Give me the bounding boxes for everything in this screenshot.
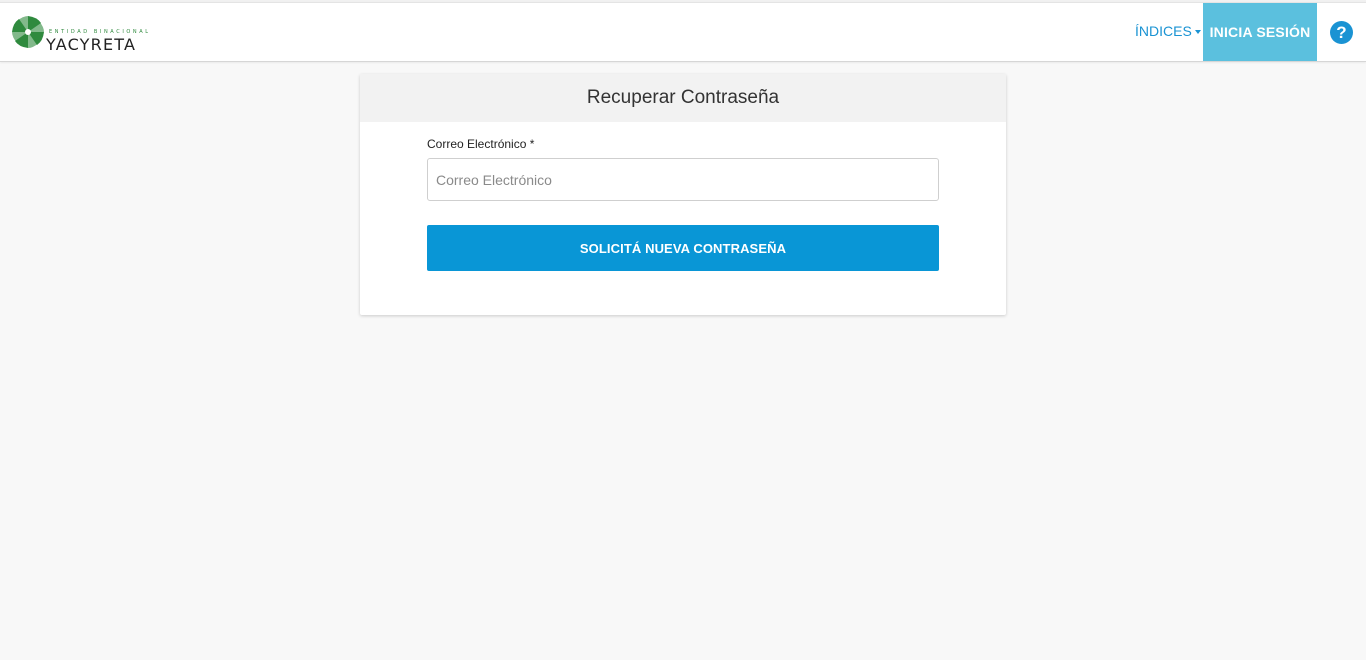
indices-label: ÍNDICES <box>1135 23 1192 39</box>
card-title: Recuperar Contraseña <box>360 74 1006 122</box>
email-label: Correo Electrónico * <box>427 137 535 151</box>
question-circle-icon[interactable]: ? <box>1330 21 1353 44</box>
login-button[interactable]: INICIA SESIÓN <box>1203 3 1317 61</box>
brand-logo[interactable]: ENTIDAD BINACIONAL YACYRETA <box>11 15 171 54</box>
top-navbar: ENTIDAD BINACIONAL YACYRETA ÍNDICES INIC… <box>0 2 1366 62</box>
email-input[interactable] <box>427 158 939 201</box>
request-new-password-button[interactable]: SOLICITÁ NUEVA CONTRASEÑA <box>427 225 939 271</box>
indices-dropdown[interactable]: ÍNDICES <box>1135 23 1201 43</box>
caret-down-icon <box>1194 30 1201 35</box>
recover-password-card: Recuperar Contraseña Correo Electrónico … <box>360 74 1006 315</box>
logo-name: YACYRETA <box>46 35 137 54</box>
logo-swirl-icon <box>12 16 44 48</box>
